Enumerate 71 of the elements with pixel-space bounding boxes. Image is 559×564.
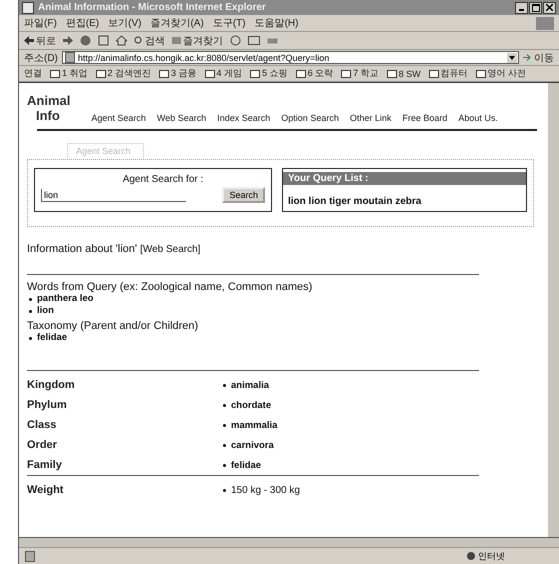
nav-link[interactable]: Free Board bbox=[402, 113, 448, 123]
links-label: 연결 bbox=[24, 67, 42, 80]
link-button[interactable]: 1 취업 bbox=[50, 67, 88, 80]
nav-link[interactable]: About Us. bbox=[458, 113, 498, 123]
address-label: 주소(D) bbox=[24, 52, 58, 64]
close-button[interactable] bbox=[543, 2, 556, 14]
fact-label: Weight bbox=[27, 484, 64, 496]
fact-value: 150 kg - 300 kg bbox=[231, 484, 300, 496]
query-list-text: lion lion tiger moutain zebra bbox=[287, 195, 422, 209]
search-icon bbox=[134, 36, 143, 45]
menu-item[interactable]: 도구(T) bbox=[212, 16, 246, 30]
link-button[interactable]: 컴퓨터 bbox=[428, 67, 468, 80]
link-button[interactable]: 5 쇼핑 bbox=[250, 67, 288, 80]
link-button[interactable]: 4 게임 bbox=[204, 67, 242, 80]
taxonomy-value: mammalia bbox=[231, 420, 278, 430]
taxonomy-value: carnivora bbox=[231, 440, 274, 450]
address-field[interactable]: http://animalinfo.cs.hongik.ac.kr:8080/servlet/agent?Query=lion bbox=[62, 51, 519, 64]
section-title: Words from Query (ex: Zoological name, Common names) bbox=[27, 281, 314, 293]
search-type-label: [Web Search] bbox=[140, 244, 200, 255]
dropdown-icon[interactable] bbox=[507, 52, 517, 62]
zone-label: 인터넷 bbox=[467, 550, 505, 562]
taxonomy-value: felidae bbox=[231, 460, 262, 470]
menu-item[interactable]: 도움말(H) bbox=[254, 16, 298, 30]
nav-link[interactable]: Other Link bbox=[350, 113, 392, 123]
horizontal-scrollbar[interactable] bbox=[19, 537, 559, 547]
taxonomy-rank: Phylum bbox=[27, 399, 68, 411]
taxonomy-rank: Class bbox=[27, 419, 58, 431]
nav-link[interactable]: Index Search bbox=[217, 113, 270, 123]
nav-link[interactable]: Agent Search bbox=[91, 113, 146, 123]
vertical-scrollbar[interactable] bbox=[548, 83, 559, 537]
link-button[interactable]: 영어 사전 bbox=[476, 67, 526, 80]
list-item: lion bbox=[37, 305, 54, 317]
window-title: Animal Information - Microsoft Internet Explorer bbox=[38, 2, 267, 13]
info-heading: Information about 'lion' bbox=[27, 243, 137, 255]
mail-icon[interactable] bbox=[248, 36, 260, 45]
search-button[interactable]: 검색 bbox=[134, 34, 165, 48]
taxonomy-rank: Family bbox=[27, 459, 63, 471]
link-button[interactable]: 7 학교 bbox=[341, 67, 379, 80]
home-icon[interactable] bbox=[116, 35, 127, 46]
back-button[interactable]: 뒤로 bbox=[24, 34, 56, 48]
search-button[interactable]: Search bbox=[222, 187, 265, 203]
taxonomy-value: animalia bbox=[231, 380, 270, 390]
search-field[interactable]: lion bbox=[41, 188, 186, 202]
taxonomy-rank: Kingdom bbox=[27, 379, 76, 391]
minimize-button[interactable] bbox=[515, 2, 528, 14]
link-button[interactable]: 6 오락 bbox=[296, 67, 334, 80]
menu-item[interactable]: 편집(E) bbox=[66, 16, 100, 30]
menu-item[interactable]: 보기(V) bbox=[108, 16, 142, 30]
link-button[interactable]: 3 금융 bbox=[159, 67, 197, 80]
nav-link[interactable]: Web Search bbox=[156, 113, 206, 123]
menu-item[interactable]: 즐겨찾기(A) bbox=[150, 16, 204, 30]
taxonomy-value: chordate bbox=[231, 400, 272, 410]
page-icon bbox=[25, 550, 35, 562]
query-list-title: Your Query List : bbox=[283, 169, 526, 185]
go-button[interactable]: 이동 bbox=[523, 50, 554, 64]
menu-item[interactable]: 파일(F) bbox=[24, 16, 57, 30]
taxonomy-rank: Order bbox=[27, 439, 58, 451]
forward-icon[interactable] bbox=[63, 36, 73, 45]
link-button[interactable]: 2 검색엔진 bbox=[96, 67, 152, 80]
maximize-button[interactable] bbox=[529, 2, 542, 14]
list-item: felidae bbox=[37, 332, 68, 344]
section-title: Taxonomy (Parent and/or Children) bbox=[27, 320, 200, 332]
nav-link[interactable]: Option Search bbox=[281, 113, 339, 123]
list-item: panthera leo bbox=[37, 293, 94, 305]
search-label: Agent Search for : bbox=[122, 174, 204, 185]
link-button[interactable]: 8 SW bbox=[386, 68, 421, 78]
go-arrow-icon bbox=[523, 53, 532, 62]
site-logo[interactable]: Animal Info bbox=[27, 93, 70, 123]
page-icon bbox=[64, 52, 75, 63]
back-arrow-icon bbox=[24, 36, 34, 45]
favorites-button[interactable]: 즐겨찾기 bbox=[172, 34, 223, 48]
